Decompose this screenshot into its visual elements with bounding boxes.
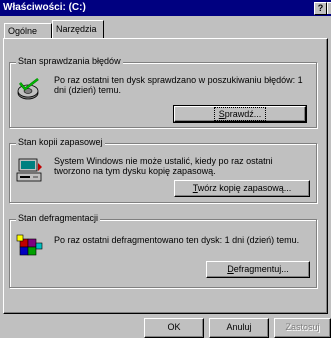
help-button[interactable]: ? (314, 2, 327, 15)
backup-group-label: Stan kopii zapasowej (16, 137, 105, 147)
defrag-group-label: Stan defragmentacji (16, 213, 101, 223)
error-check-group: Stan sprawdzania błędów Po raz ostatni t… (9, 56, 317, 128)
backup-icon (16, 158, 42, 182)
ok-label: OK (167, 322, 181, 332)
backup-status-text: System Windows nie może ustalić, kiedy p… (54, 156, 273, 176)
tab-tools-label: Narzędzia (56, 24, 97, 34)
cancel-button[interactable]: Anuluj (209, 318, 269, 338)
backup-now-label: wórz kopię zapasową... (197, 183, 292, 193)
defrag-icon (16, 234, 43, 256)
defrag-group: Stan defragmentacji Po raz ostatni defra… (9, 213, 317, 288)
window-title: Właściwości: (C:) (3, 2, 86, 13)
defrag-label: efragmentuj... (233, 264, 289, 274)
title-bar[interactable]: Właściwości: (C:) ? (0, 0, 331, 16)
tab-general[interactable]: Ogólne (4, 23, 52, 38)
properties-dialog: Właściwości: (C:) ? Ogólne Narzędzia Sta… (0, 0, 331, 338)
defragment-now-button[interactable]: Defragmentuj... (206, 261, 310, 278)
check-now-button[interactable]: Sprawdź... (173, 105, 307, 123)
close-button[interactable] (327, 2, 331, 14)
apply-button[interactable]: Zastosuj (274, 318, 331, 338)
apply-label: Zastosuj (285, 322, 320, 332)
check-now-label: prawdź... (224, 109, 262, 119)
disk-check-icon (17, 77, 39, 100)
tab-general-label: Ogólne (8, 26, 38, 36)
error-check-status-text: Po raz ostatni ten dysk sprawdzano w pos… (54, 75, 303, 95)
tab-tools[interactable]: Narzędzia (52, 20, 104, 38)
backup-now-button[interactable]: Twórz kopię zapasową... (174, 180, 310, 197)
ok-button[interactable]: OK (144, 318, 204, 338)
backup-group: Stan kopii zapasowej System Windows nie … (9, 137, 317, 203)
defrag-status-text: Po raz ostatni defragmentowano ten dysk:… (54, 235, 300, 245)
check-now-focus: Sprawdź... (213, 107, 267, 121)
cancel-label: Anuluj (226, 322, 252, 332)
error-check-group-label: Stan sprawdzania błędów (16, 56, 123, 66)
